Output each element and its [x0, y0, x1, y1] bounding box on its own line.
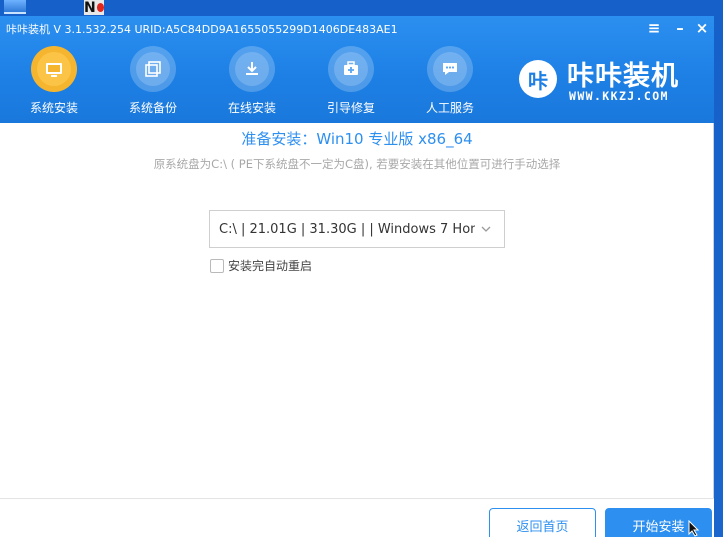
window-title: 咔咔装机 V 3.1.532.254 URID:A5C84DD9A1655055… — [6, 23, 398, 36]
nav-item-online-install[interactable]: 在线安装 — [215, 46, 289, 118]
auto-restart-checkbox[interactable] — [210, 258, 224, 273]
nav-item-system-backup[interactable]: 系统备份 — [116, 46, 190, 118]
mouse-cursor-icon — [688, 520, 700, 537]
nav-item-chat-service[interactable]: 人工服务 — [413, 46, 487, 118]
online-install-icon — [229, 46, 275, 92]
desktop-shortcut-icon[interactable] — [4, 0, 26, 14]
desktop-app-badge — [96, 3, 104, 12]
menu-icon[interactable]: ≡ — [645, 19, 663, 37]
partition-select-value: C:\ | 21.01G | 31.30G | | Windows 7 Home — [219, 221, 475, 237]
chat-service-icon — [427, 46, 473, 92]
system-install-icon — [31, 46, 77, 92]
brand-logo-badge-text: 咔 — [528, 68, 548, 93]
nav-label: 在线安装 — [227, 101, 276, 115]
install-hint-text: 原系统盘为C:\ ( PE下系统盘不一定为C盘), 若要安装在其他位置可进行手动… — [153, 157, 561, 171]
nav-label: 系统备份 — [128, 101, 177, 115]
close-button[interactable]: × — [693, 19, 711, 37]
nav-label: 引导修复 — [326, 101, 375, 115]
nav-label: 人工服务 — [425, 101, 474, 115]
brand-url: WWW.KKZJ.COM — [569, 89, 669, 103]
boot-repair-icon — [328, 46, 374, 92]
chevron-down-icon — [481, 226, 491, 232]
partition-select[interactable]: C:\ | 21.01G | 31.30G | | Windows 7 Home — [209, 210, 505, 248]
brand-name: 咔咔装机 — [567, 61, 679, 92]
brand-logo-icon: 咔 — [519, 60, 557, 98]
nav-label: 系统安装 — [29, 101, 78, 115]
back-home-button[interactable]: 返回首页 — [489, 508, 596, 537]
system-backup-icon — [130, 46, 176, 92]
auto-restart-label: 安装完自动重启 — [228, 259, 313, 273]
install-heading: 准备安装：Win10 专业版 x86_64 — [241, 130, 473, 148]
auto-restart-option[interactable]: 安装完自动重启 — [210, 257, 312, 274]
nav-item-system-install[interactable]: 系统安装 — [17, 46, 91, 118]
app-header: 咔咔装机 V 3.1.532.254 URID:A5C84DD9A1655055… — [0, 16, 714, 123]
minimize-button[interactable]: – — [671, 19, 689, 37]
nav-item-boot-repair[interactable]: 引导修复 — [314, 46, 388, 118]
desktop-app-letter: N — [84, 0, 96, 16]
desktop-app-icon[interactable]: N — [84, 0, 104, 16]
app-window: 咔咔装机 V 3.1.532.254 URID:A5C84DD9A1655055… — [0, 16, 714, 537]
